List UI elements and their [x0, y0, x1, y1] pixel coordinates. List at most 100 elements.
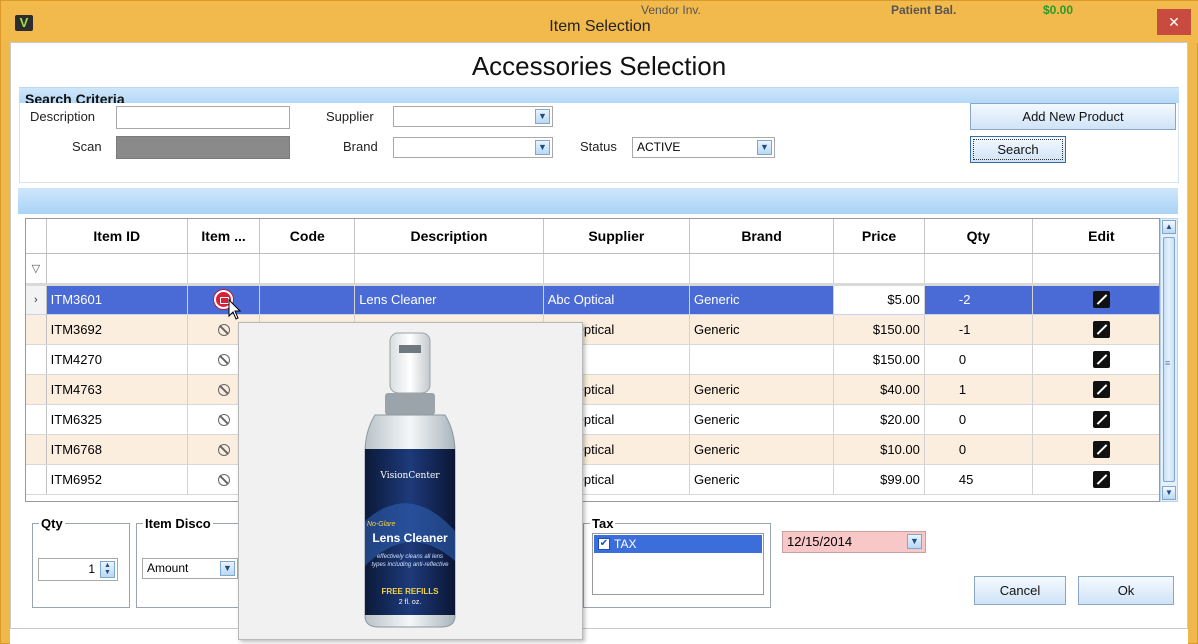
- edit-cell[interactable]: [1032, 464, 1159, 495]
- tax-list-item[interactable]: ✔ TAX: [594, 535, 762, 553]
- edit-icon[interactable]: [1092, 410, 1110, 428]
- scroll-up-icon[interactable]: ▲: [1162, 220, 1176, 234]
- code-cell[interactable]: [259, 284, 356, 315]
- filter-cell[interactable]: [187, 253, 261, 286]
- edit-icon[interactable]: [1092, 291, 1110, 309]
- edit-cell[interactable]: [1032, 374, 1159, 405]
- brand-cell[interactable]: Generic: [689, 404, 835, 435]
- qty-cell[interactable]: 1: [924, 374, 1033, 405]
- column-header-brand[interactable]: Brand: [689, 219, 835, 254]
- qty-cell[interactable]: 0: [924, 404, 1033, 435]
- edit-cell[interactable]: [1032, 404, 1159, 435]
- chevron-down-icon[interactable]: ▼: [907, 534, 922, 549]
- chevron-down-icon[interactable]: ▼: [535, 140, 550, 155]
- table-row[interactable]: ITM6325Abc OpticalGeneric$20.000: [26, 404, 1159, 435]
- brand-cell[interactable]: Generic: [689, 314, 835, 345]
- table-row[interactable]: ITM6768Abc OpticalGeneric$10.000: [26, 434, 1159, 465]
- table-row[interactable]: ITM4270 $150.00 0: [26, 344, 1159, 375]
- column-header-description[interactable]: Description: [354, 219, 544, 254]
- row-header-cell[interactable]: [26, 464, 47, 495]
- row-header-cell[interactable]: [26, 344, 47, 375]
- brand-cell[interactable]: Generic: [689, 284, 835, 315]
- row-header-cell[interactable]: [26, 434, 47, 465]
- qty-spinner[interactable]: 1 ▲ ▼: [38, 558, 118, 581]
- date-picker[interactable]: 12/15/2014 ▼: [782, 531, 926, 553]
- supplier-dropdown[interactable]: ▼: [393, 106, 553, 127]
- supplier-cell[interactable]: Abc Optical: [543, 284, 690, 315]
- column-header-item-id[interactable]: Item ID: [46, 219, 188, 254]
- brand-cell[interactable]: Generic: [689, 434, 835, 465]
- chevron-down-icon[interactable]: ▼: [757, 140, 772, 155]
- brand-cell[interactable]: [689, 344, 835, 375]
- qty-cell[interactable]: 0: [924, 344, 1033, 375]
- close-button[interactable]: ✕: [1157, 9, 1191, 35]
- item-id-cell[interactable]: ITM6768: [46, 434, 188, 465]
- edit-icon[interactable]: [1092, 470, 1110, 488]
- price-cell[interactable]: $5.00: [833, 284, 925, 315]
- price-cell[interactable]: $150.00: [833, 314, 925, 345]
- edit-cell[interactable]: [1032, 314, 1159, 345]
- chevron-down-icon[interactable]: ▼: [220, 561, 235, 576]
- scan-input[interactable]: [116, 136, 290, 159]
- row-header-cell[interactable]: [26, 404, 47, 435]
- ok-button[interactable]: Ok: [1078, 576, 1174, 605]
- filter-cell[interactable]: [924, 253, 1033, 286]
- search-button[interactable]: Search: [970, 136, 1066, 163]
- table-row[interactable]: › ITM3601 Lens Cleaner Abc Optical Generic $5…: [26, 284, 1159, 315]
- column-header-item-image[interactable]: Item ...: [187, 219, 261, 254]
- item-id-cell[interactable]: ITM3601: [46, 284, 188, 315]
- brand-cell[interactable]: Generic: [689, 464, 835, 495]
- scroll-thumb[interactable]: [1163, 237, 1175, 482]
- filter-cell[interactable]: [689, 253, 835, 286]
- edit-icon[interactable]: [1092, 440, 1110, 458]
- edit-cell[interactable]: [1032, 284, 1159, 315]
- item-id-cell[interactable]: ITM6952: [46, 464, 188, 495]
- edit-icon[interactable]: [1092, 350, 1110, 368]
- tax-list[interactable]: ✔ TAX: [592, 533, 764, 595]
- qty-cell[interactable]: 0: [924, 434, 1033, 465]
- column-header-supplier[interactable]: Supplier: [543, 219, 690, 254]
- grid-vertical-scrollbar[interactable]: ▲ ▼: [1160, 218, 1178, 502]
- filter-cell[interactable]: [354, 253, 544, 286]
- table-row[interactable]: ITM3692Lens CleanerAbc OpticalGeneric$15…: [26, 314, 1159, 345]
- filter-cell[interactable]: [1032, 253, 1159, 286]
- title-bar[interactable]: V Vendor Inv. Patient Bal. $0.00 Item Se…: [1, 1, 1198, 43]
- discount-type-dropdown[interactable]: Amount ▼: [142, 558, 238, 579]
- edit-cell[interactable]: [1032, 344, 1159, 375]
- qty-cell[interactable]: -1: [924, 314, 1033, 345]
- edit-icon[interactable]: [1092, 320, 1110, 338]
- row-header-cell[interactable]: [26, 374, 47, 405]
- filter-cell[interactable]: [543, 253, 690, 286]
- edit-icon[interactable]: [1092, 380, 1110, 398]
- price-cell[interactable]: $10.00: [833, 434, 925, 465]
- status-dropdown[interactable]: ACTIVE ▼: [632, 137, 775, 158]
- add-new-product-button[interactable]: Add New Product: [970, 103, 1176, 130]
- item-image-cell[interactable]: [187, 284, 261, 315]
- chevron-down-icon[interactable]: ▼: [535, 109, 550, 124]
- row-header-cell[interactable]: [26, 314, 47, 345]
- brand-dropdown[interactable]: ▼: [393, 137, 553, 158]
- item-id-cell[interactable]: ITM4270: [46, 344, 188, 375]
- cancel-button[interactable]: Cancel: [974, 576, 1066, 605]
- filter-cell[interactable]: [833, 253, 925, 286]
- scroll-down-icon[interactable]: ▼: [1162, 486, 1176, 500]
- checkbox-checked-icon[interactable]: ✔: [598, 538, 610, 550]
- filter-cell[interactable]: [46, 253, 188, 286]
- edit-cell[interactable]: [1032, 434, 1159, 465]
- row-header-cell[interactable]: ›: [26, 284, 47, 315]
- item-id-cell[interactable]: ITM6325: [46, 404, 188, 435]
- qty-cell[interactable]: 45: [924, 464, 1033, 495]
- qty-cell[interactable]: -2: [924, 284, 1033, 315]
- price-cell[interactable]: $150.00: [833, 344, 925, 375]
- table-row[interactable]: ITM4763Abc OpticalGeneric$40.001: [26, 374, 1159, 405]
- price-cell[interactable]: $20.00: [833, 404, 925, 435]
- column-header-edit[interactable]: Edit: [1032, 219, 1159, 254]
- item-id-cell[interactable]: ITM3692: [46, 314, 188, 345]
- column-header-price[interactable]: Price: [833, 219, 925, 254]
- item-id-cell[interactable]: ITM4763: [46, 374, 188, 405]
- price-cell[interactable]: $40.00: [833, 374, 925, 405]
- price-cell[interactable]: $99.00: [833, 464, 925, 495]
- column-header-qty[interactable]: Qty: [924, 219, 1033, 254]
- description-input[interactable]: [116, 106, 290, 129]
- column-header-code[interactable]: Code: [259, 219, 356, 254]
